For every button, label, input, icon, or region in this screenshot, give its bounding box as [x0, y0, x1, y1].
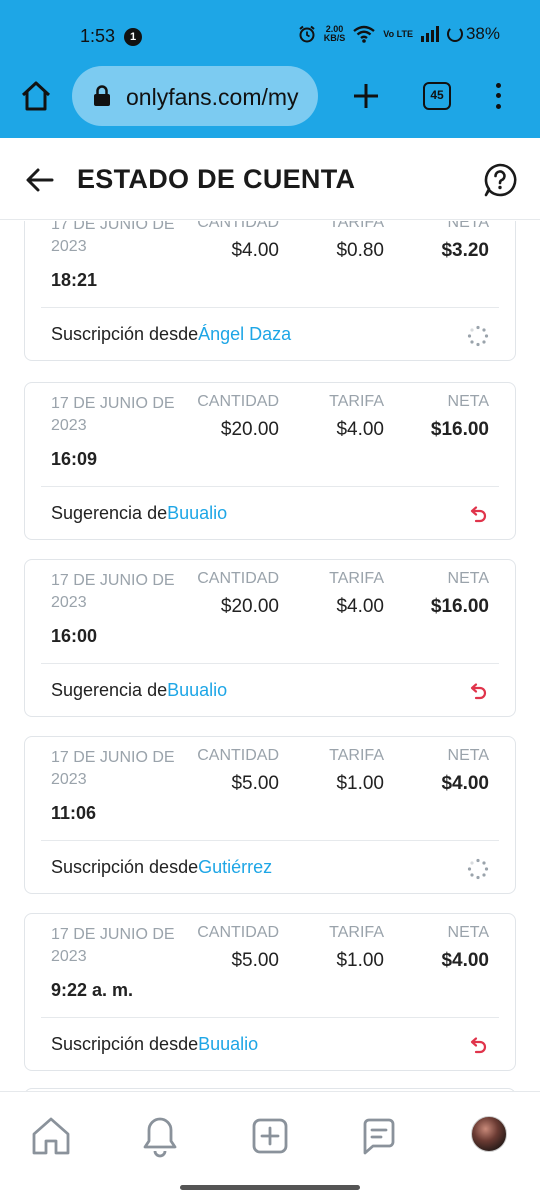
fee-value: $1.00: [336, 950, 384, 971]
user-link[interactable]: Buualio: [167, 503, 227, 523]
address-bar[interactable]: onlyfans.com/my: [72, 66, 318, 126]
pending-spinner-icon: [467, 325, 489, 347]
net-header: NETA: [447, 747, 489, 764]
transaction-card[interactable]: 17 DE JUNIO DE 2023 9:22 a. m. CANTIDAD …: [24, 913, 516, 1071]
fee-value: $4.00: [336, 419, 384, 440]
fee-header: TARIFA: [329, 221, 384, 231]
signal-icon: [420, 26, 439, 42]
net-header: NETA: [447, 393, 489, 410]
battery-ring-icon: [446, 26, 463, 42]
status-bar: 1:53 1 2.00 KB/S Vo LTE 38%: [0, 0, 540, 66]
user-link[interactable]: Buualio: [167, 680, 227, 700]
reversed-icon[interactable]: [467, 1035, 489, 1057]
amount-value: $5.00: [231, 773, 279, 794]
tab-switcher-button[interactable]: 45: [423, 82, 451, 110]
user-link[interactable]: Gutiérrez: [198, 857, 272, 877]
amount-header: CANTIDAD: [197, 570, 279, 587]
amount-value: $5.00: [231, 950, 279, 971]
plus-square-icon[interactable]: [248, 1114, 292, 1158]
fee-header: TARIFA: [329, 747, 384, 764]
statement-list[interactable]: 17 DE JUNIO DE 2023 18:21 CANTIDAD $4.00…: [0, 221, 540, 1091]
browser-top-bar: 1:53 1 2.00 KB/S Vo LTE 38% onlyfans.com/…: [0, 0, 540, 138]
user-link[interactable]: Buualio: [198, 1034, 258, 1054]
pending-spinner-icon: [467, 858, 489, 880]
fee-header: TARIFA: [329, 570, 384, 587]
net-value: $4.00: [441, 950, 489, 971]
new-tab-icon[interactable]: [350, 80, 382, 112]
url-text: onlyfans.com/my: [126, 84, 299, 110]
transaction-description: Sugerencia deBuualio: [51, 503, 228, 523]
amount-header: CANTIDAD: [197, 221, 279, 231]
net-value: $16.00: [430, 596, 489, 617]
chat-icon[interactable]: [357, 1114, 401, 1158]
fee-value: $1.00: [336, 773, 384, 794]
bell-icon[interactable]: [138, 1114, 182, 1158]
transaction-time: 11:06: [51, 803, 97, 823]
transaction-card[interactable]: 17 DE JUNIO DE 2023 18:21 CANTIDAD $4.00…: [24, 221, 516, 361]
transaction-date: 17 DE JUNIO DE 2023: [51, 395, 175, 434]
transaction-description: Suscripción desdeÁngel Daza: [51, 324, 292, 344]
transaction-card[interactable]: 17 DE JUNIO DE 2023 16:00 CANTIDAD $20.0…: [24, 559, 516, 717]
net-value: $4.00: [441, 773, 489, 794]
transaction-time: 9:22 a. m.: [51, 980, 134, 1000]
card-divider: [41, 663, 499, 664]
reversed-icon[interactable]: [467, 504, 489, 526]
net-speed: 2.00 KB/S: [323, 24, 346, 43]
reversed-icon[interactable]: [467, 681, 489, 703]
fee-value: $0.80: [336, 240, 384, 261]
amount-header: CANTIDAD: [197, 747, 279, 764]
fee-header: TARIFA: [329, 393, 384, 410]
transaction-card[interactable]: 17 DE JUNIO DE 2023 16:09 CANTIDAD $20.0…: [24, 382, 516, 540]
transaction-description: Suscripción desdeBuualio: [51, 1034, 259, 1054]
wifi-icon: [353, 25, 376, 43]
browser-menu-icon[interactable]: [488, 80, 508, 112]
page-title: ESTADO DE CUENTA: [77, 164, 356, 194]
user-link[interactable]: Ángel Daza: [198, 324, 291, 344]
transaction-description: Sugerencia deBuualio: [51, 680, 228, 700]
avatar[interactable]: [471, 1116, 507, 1152]
alarm-icon: [299, 25, 315, 43]
net-value: $3.20: [441, 240, 489, 261]
transaction-time: 16:09: [51, 449, 98, 469]
transaction-date: 17 DE JUNIO DE 2023: [51, 926, 175, 965]
status-time: 1:53: [80, 26, 116, 46]
net-header: NETA: [447, 570, 489, 587]
net-value: $16.00: [430, 419, 489, 440]
transaction-date: 17 DE JUNIO DE 2023: [51, 749, 175, 788]
status-indicators: 2.00 KB/S Vo LTE 38%: [298, 24, 500, 44]
page-header: ESTADO DE CUENTA: [0, 138, 540, 220]
amount-value: $20.00: [220, 596, 279, 617]
transaction-description: Suscripción desdeGutiérrez: [51, 857, 273, 877]
transaction-card[interactable]: 17 DE JUNIO DE 2023 11:06 CANTIDAD $5.00…: [24, 736, 516, 894]
card-divider: [41, 1017, 499, 1018]
transaction-time: 18:21: [51, 270, 98, 290]
fee-value: $4.00: [336, 596, 384, 617]
notification-badge: 1: [124, 28, 142, 46]
card-divider: [41, 307, 499, 308]
transaction-date: 17 DE JUNIO DE 2023: [51, 572, 175, 611]
help-icon[interactable]: [482, 162, 518, 198]
net-header: NETA: [447, 924, 489, 941]
battery-indicator: 38%: [446, 24, 500, 44]
lock-icon: [94, 85, 110, 106]
amount-value: $20.00: [220, 419, 279, 440]
volte-indicator: Vo LTE: [383, 28, 413, 39]
bottom-nav: [0, 1091, 540, 1179]
transaction-date: 17 DE JUNIO DE 2023: [51, 221, 175, 255]
amount-header: CANTIDAD: [197, 924, 279, 941]
browser-home-icon[interactable]: [18, 78, 54, 114]
home-icon[interactable]: [29, 1114, 73, 1158]
amount-header: CANTIDAD: [197, 393, 279, 410]
transaction-time: 16:00: [51, 626, 98, 646]
net-header: NETA: [447, 221, 489, 231]
card-divider: [41, 486, 499, 487]
back-arrow-icon[interactable]: [24, 164, 56, 196]
fee-header: TARIFA: [329, 924, 384, 941]
gesture-bar[interactable]: [180, 1185, 360, 1190]
card-divider: [41, 840, 499, 841]
amount-value: $4.00: [231, 240, 279, 261]
